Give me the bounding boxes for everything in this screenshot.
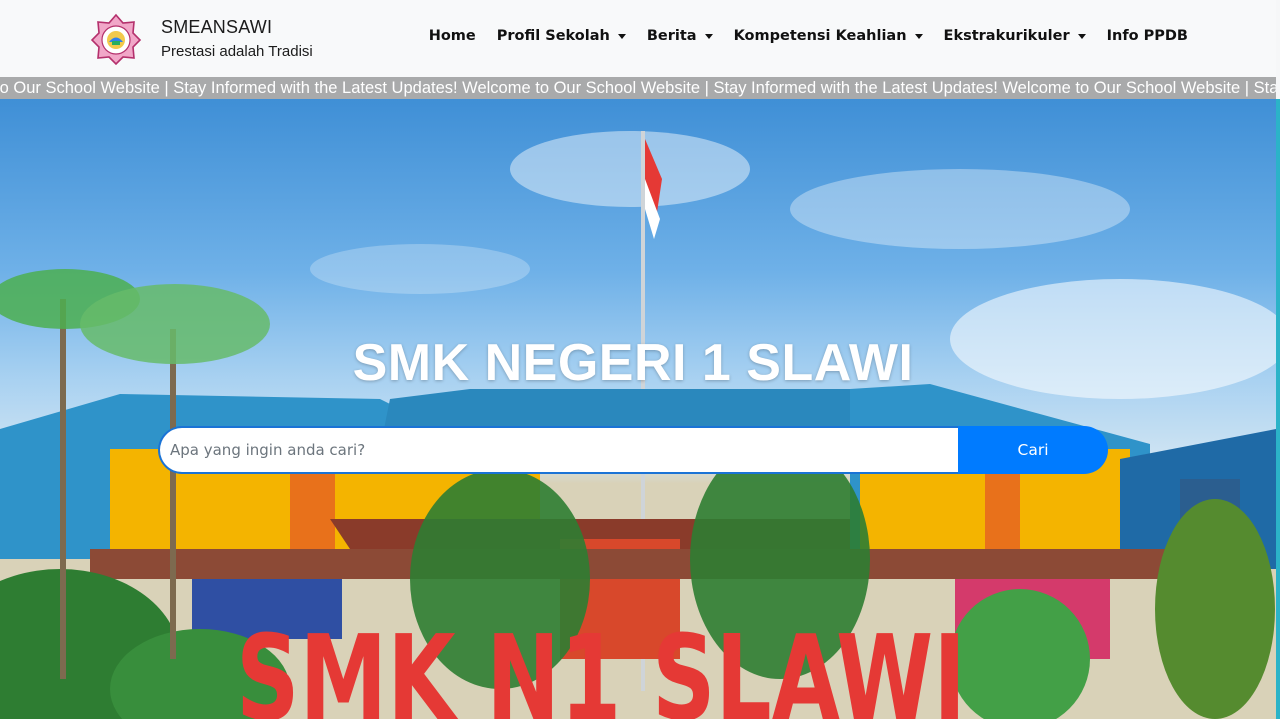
page-edge-accent	[1276, 99, 1280, 719]
nav-info-ppdb[interactable]: Info PPDB	[1107, 28, 1188, 44]
caret-down-icon	[1077, 33, 1086, 39]
hero-background-photo: SMK N1 SLAWI	[0, 131, 1276, 719]
caret-down-icon	[617, 33, 626, 39]
brand[interactable]: SMEANSAWI Prestasi adalah Tradisi	[90, 13, 313, 65]
school-logo	[90, 13, 142, 65]
nav-profil-sekolah-label: Profil Sekolah	[496, 28, 610, 44]
nav-kompetensi-keahlian[interactable]: Kompetensi Keahlian	[734, 28, 923, 44]
caret-down-icon	[704, 33, 713, 39]
search-button[interactable]: Cari	[958, 426, 1108, 474]
brand-subtitle: Prestasi adalah Tradisi	[161, 43, 313, 60]
nav-ekstrakurikuler-label: Ekstrakurikuler	[943, 28, 1070, 44]
brand-title: SMEANSAWI	[161, 17, 273, 37]
announcement-marquee: Welcome to Our School Website | Stay Inf…	[0, 77, 1276, 99]
search-input[interactable]	[158, 426, 958, 474]
search-bar: Cari	[158, 426, 1108, 474]
navbar: SMEANSAWI Prestasi adalah Tradisi Home P…	[0, 0, 1276, 77]
nav-profil-sekolah[interactable]: Profil Sekolah	[497, 28, 626, 44]
hero-section: SMK N1 SLAWI SMK NEGERI 1 SLAWI Cari	[0, 99, 1276, 719]
nav-ekstrakurikuler[interactable]: Ekstrakurikuler	[944, 28, 1086, 44]
nav-home[interactable]: Home	[429, 28, 476, 44]
nav-berita-label: Berita	[646, 28, 697, 44]
main-nav: Home Profil Sekolah Berita Kompetensi Ke…	[429, 28, 1188, 44]
hero-title: SMK NEGERI 1 SLAWI	[352, 334, 914, 392]
nav-home-label: Home	[428, 28, 476, 44]
caret-down-icon	[914, 33, 923, 39]
marquee-text: Welcome to Our School Website | Stay Inf…	[0, 79, 1276, 97]
nav-berita[interactable]: Berita	[647, 28, 713, 44]
nav-kompetensi-keahlian-label: Kompetensi Keahlian	[733, 28, 907, 44]
photo-sign-text: SMK N1 SLAWI	[236, 609, 966, 719]
nav-info-ppdb-label: Info PPDB	[1106, 28, 1188, 44]
